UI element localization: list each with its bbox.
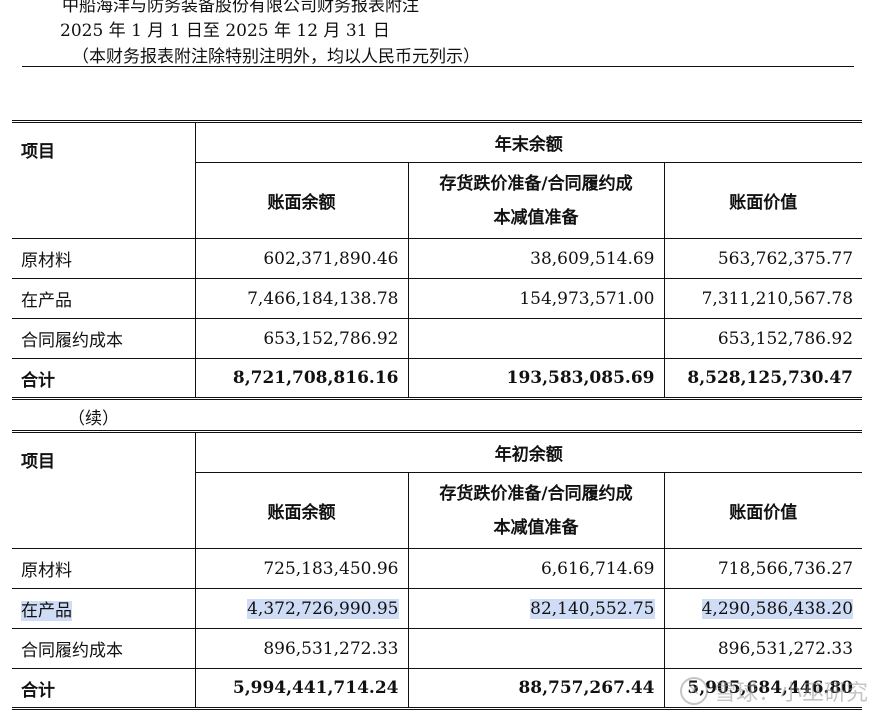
book-balance-header: 账面余额 (194, 162, 409, 239)
impairment-header: 存货跌价准备/合同履约成 本减值准备 (407, 162, 665, 239)
table-row: 合同履约成本 653,152,786.92 653,152,786.92 (12, 318, 863, 359)
carrying-value-header: 账面价值 (663, 162, 863, 239)
item-column-header: 项目 (12, 120, 196, 239)
row-carrying-value: 563,762,375.77 (663, 238, 863, 279)
row-book-balance: 896,531,272.33 (194, 628, 409, 669)
row-book-balance: 602,371,890.46 (194, 238, 409, 279)
row-carrying-value: 896,531,272.33 (663, 628, 863, 669)
group-header: 年末余额 (194, 120, 863, 163)
row-impairment: 82,140,552.75 (530, 598, 655, 619)
impairment-header-line2: 本减值准备 (493, 517, 579, 538)
currency-note: （本财务报表附注除特别注明外，均以人民币元列示） (72, 47, 480, 67)
table-row: 原材料 725,183,450.96 6,616,714.69 718,566,… (12, 548, 863, 589)
row-carrying-value: 718,566,736.27 (663, 548, 863, 589)
impairment-header-line1: 存货跌价准备/合同履约成 (439, 173, 633, 194)
continued-label: （续） (68, 409, 119, 429)
row-item: 合同履约成本 (12, 318, 196, 359)
impairment-header-line2: 本减值准备 (493, 207, 579, 228)
impairment-header-line1: 存货跌价准备/合同履约成 (439, 483, 633, 504)
impairment-header: 存货跌价准备/合同履约成 本减值准备 (407, 472, 665, 549)
row-carrying-value: 4,290,586,438.20 (701, 598, 854, 619)
row-book-balance: 725,183,450.96 (194, 548, 409, 589)
watermark-text: 雪球：小巫研究 (713, 681, 868, 706)
row-impairment: 154,973,571.00 (407, 278, 665, 319)
row-item: 在产品 (21, 601, 72, 621)
total-label: 合计 (12, 668, 196, 710)
row-item: 在产品 (12, 278, 196, 319)
table-row: 在产品 4,372,726,990.95 82,140,552.75 4,290… (12, 588, 863, 629)
row-impairment (407, 318, 665, 359)
watermark: ✕ 雪球：小巫研究 (679, 675, 868, 707)
book-balance-header: 账面余额 (194, 472, 409, 549)
total-impairment: 88,757,267.44 (407, 668, 665, 710)
total-book-balance: 5,994,441,714.24 (194, 668, 409, 710)
header-rule (22, 66, 854, 67)
total-row: 合计 8,721,708,816.16 193,583,085.69 8,528… (12, 358, 863, 400)
inventory-table-year-begin: 项目 年初余额 账面余额 存货跌价准备/合同履约成 本减值准备 账面价值 原材料… (12, 430, 863, 710)
row-book-balance: 7,466,184,138.78 (194, 278, 409, 319)
report-period: 2025 年 1 月 1 日至 2025 年 12 月 31 日 (60, 21, 390, 41)
row-carrying-value: 7,311,210,567.78 (663, 278, 863, 319)
carrying-value-header: 账面价值 (663, 472, 863, 549)
row-book-balance: 4,372,726,990.95 (247, 598, 399, 619)
row-impairment (407, 628, 665, 669)
group-header: 年初余额 (194, 430, 863, 473)
inventory-table-year-end: 项目 年末余额 账面余额 存货跌价准备/合同履约成 本减值准备 账面价值 原材料… (12, 120, 863, 400)
table-row: 合同履约成本 896,531,272.33 896,531,272.33 (12, 628, 863, 669)
row-carrying-value: 653,152,786.92 (663, 318, 863, 359)
total-label: 合计 (12, 358, 196, 400)
row-impairment: 6,616,714.69 (407, 548, 665, 589)
company-title: 中船海洋与防务装备股份有限公司财务报表附注 (62, 0, 419, 16)
row-item: 原材料 (12, 548, 196, 589)
table-row: 在产品 7,466,184,138.78 154,973,571.00 7,31… (12, 278, 863, 319)
total-carrying-value: 8,528,125,730.47 (663, 358, 863, 400)
item-column-header: 项目 (12, 430, 196, 549)
row-item: 原材料 (12, 238, 196, 279)
snowball-icon: ✕ (679, 677, 708, 705)
row-book-balance: 653,152,786.92 (194, 318, 409, 359)
table-row: 原材料 602,371,890.46 38,609,514.69 563,762… (12, 238, 863, 279)
row-item: 合同履约成本 (12, 628, 196, 669)
total-book-balance: 8,721,708,816.16 (194, 358, 409, 400)
row-impairment: 38,609,514.69 (407, 238, 665, 279)
total-impairment: 193,583,085.69 (407, 358, 665, 400)
